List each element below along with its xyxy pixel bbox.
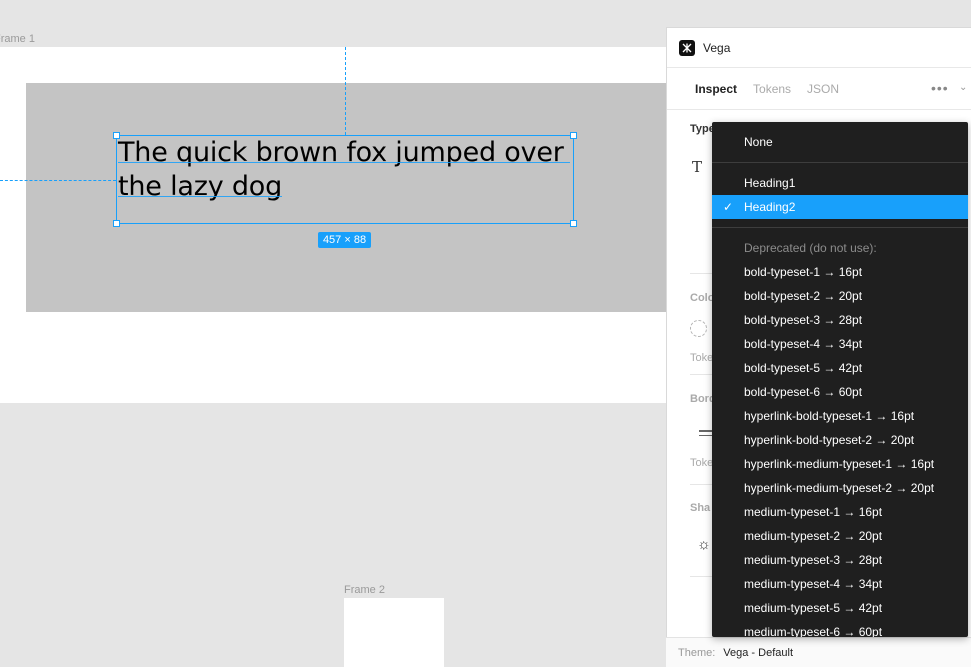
checkmark-icon: ✓ <box>723 200 734 214</box>
tab-json[interactable]: JSON <box>807 82 839 96</box>
dropdown-item-deprecated[interactable]: bold-typeset-5 → 42pt <box>712 356 968 380</box>
resize-handle-tl[interactable] <box>113 132 120 139</box>
plugin-title: Vega <box>703 40 731 55</box>
plugin-header: Vega <box>667 28 971 68</box>
dimensions-badge: 457 × 88 <box>318 232 371 248</box>
selection-box[interactable] <box>116 135 574 224</box>
horizontal-guide <box>0 180 116 181</box>
dropdown-item-heading2[interactable]: ✓ Heading2 <box>712 195 968 219</box>
color-tokens-label: Toke <box>690 352 714 364</box>
chevron-down-icon[interactable]: ⌄ <box>959 82 967 93</box>
dropdown-item-deprecated[interactable]: medium-typeset-1 → 16pt <box>712 500 968 524</box>
text-type-icon: T <box>692 158 703 176</box>
color-section-label: Colo <box>690 292 715 304</box>
dropdown-item-heading1[interactable]: Heading1 <box>712 171 968 195</box>
frame2-label[interactable]: Frame 2 <box>344 584 385 596</box>
divider-4 <box>690 576 712 577</box>
dropdown-item-label: Heading2 <box>744 200 796 214</box>
dropdown-item-deprecated[interactable]: hyperlink-medium-typeset-2 → 20pt <box>712 476 968 500</box>
resize-handle-br[interactable] <box>570 220 577 227</box>
theme-label: Theme: <box>678 646 716 659</box>
ellipsis-icon[interactable]: ••• <box>931 80 949 96</box>
sun-icon[interactable]: ☼ <box>697 536 711 553</box>
dropdown-item-deprecated[interactable]: medium-typeset-4 → 34pt <box>712 572 968 596</box>
divider-1 <box>690 273 712 274</box>
dropdown-separator-2 <box>712 227 968 228</box>
plugin-footer: Theme: Vega - Default <box>666 637 971 667</box>
dropdown-item-deprecated[interactable]: bold-typeset-6 → 60pt <box>712 380 968 404</box>
tab-tokens[interactable]: Tokens <box>753 82 791 96</box>
dropdown-item-deprecated[interactable]: bold-typeset-4 → 34pt <box>712 332 968 356</box>
dropdown-item-deprecated[interactable]: hyperlink-medium-typeset-1 → 16pt <box>712 452 968 476</box>
dropdown-item-deprecated[interactable]: medium-typeset-2 → 20pt <box>712 524 968 548</box>
dropdown-item-deprecated[interactable]: bold-typeset-2 → 20pt <box>712 284 968 308</box>
frame1-label[interactable]: Frame 1 <box>0 33 35 45</box>
tab-inspect[interactable]: Inspect <box>695 82 737 96</box>
vega-logo-icon <box>679 39 695 56</box>
dropdown-item-deprecated[interactable]: hyperlink-bold-typeset-1 → 16pt <box>712 404 968 428</box>
vertical-guide <box>345 47 346 135</box>
border-tokens-label: Toke <box>690 457 714 469</box>
dropdown-item-deprecated[interactable]: medium-typeset-3 → 28pt <box>712 548 968 572</box>
dropdown-item-none[interactable]: None <box>712 130 968 154</box>
dropdown-item-deprecated[interactable]: bold-typeset-1 → 16pt <box>712 260 968 284</box>
empty-color-swatch-icon[interactable] <box>690 320 707 337</box>
deprecated-heading: Deprecated (do not use): <box>744 241 877 255</box>
shadow-section-label: Sha <box>690 502 711 514</box>
theme-value[interactable]: Vega - Default <box>723 647 793 659</box>
divider-2 <box>690 374 712 375</box>
frame-2[interactable] <box>344 598 444 667</box>
dropdown-item-deprecated[interactable]: bold-typeset-3 → 28pt <box>712 308 968 332</box>
resize-handle-tr[interactable] <box>570 132 577 139</box>
dropdown-separator-1 <box>712 162 968 163</box>
resize-handle-bl[interactable] <box>113 220 120 227</box>
divider-3 <box>690 484 712 485</box>
border-lines-icon[interactable] <box>699 430 713 439</box>
tab-bar: Inspect Tokens JSON ••• ⌄ <box>667 68 971 110</box>
dropdown-item-deprecated[interactable]: hyperlink-bold-typeset-2 → 20pt <box>712 428 968 452</box>
typography-dropdown: None Heading1 ✓ Heading2 Deprecated (do … <box>712 122 968 637</box>
dropdown-item-deprecated[interactable]: medium-typeset-5 → 42pt <box>712 596 968 620</box>
dropdown-item-deprecated[interactable]: medium-typeset-6 → 60pt <box>712 620 968 637</box>
